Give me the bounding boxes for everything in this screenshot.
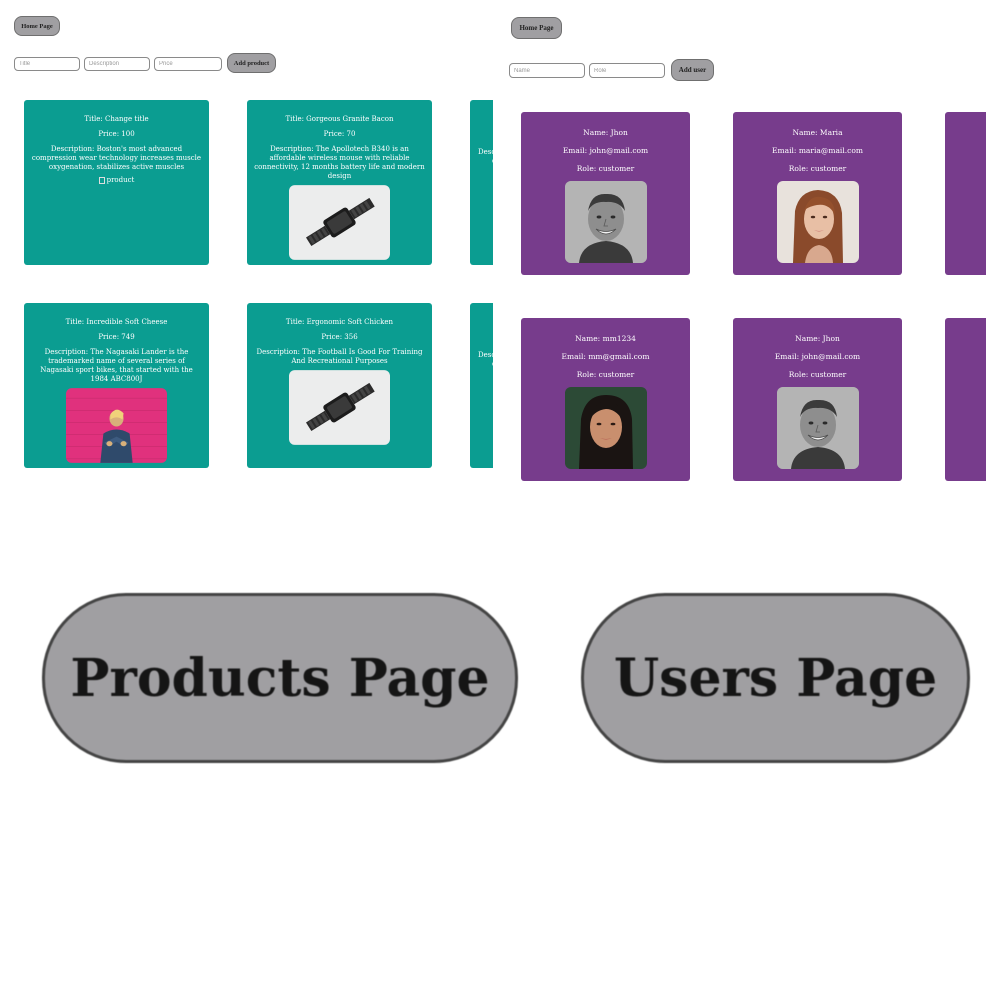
user-name: Name: Jhon: [795, 334, 840, 343]
product-card-partial: Desc dur: [470, 303, 493, 468]
user-card: Name: mm1234 Email: mm@gmail.com Role: c…: [521, 318, 690, 481]
user-email: Email: john@mail.com: [774, 352, 861, 361]
product-description: Description: The Football Is Good For Tr…: [256, 348, 423, 365]
product-card: Title: Incredible Soft Cheese Price: 749…: [24, 303, 209, 468]
user-card: Name: Maria Email: maria@mail.com Role: …: [733, 112, 902, 275]
users-home-button[interactable]: Home Page: [511, 17, 562, 39]
user-name: Name: mm1234: [575, 334, 636, 343]
product-description: Description: Boston's most advanced comp…: [31, 145, 202, 171]
product-title: Title: Ergonomic Soft Chicken: [285, 318, 394, 326]
partial-text: Desc: [478, 148, 493, 156]
user-card-partial: [945, 112, 986, 275]
product-description: Description: The Apollotech B340 is an a…: [254, 145, 425, 180]
smartwatch-image: [289, 370, 390, 445]
product-card-partial: Desc dur: [470, 100, 493, 265]
role-input[interactable]: [589, 63, 665, 78]
user-role: Role: customer: [788, 370, 847, 379]
product-price: Price: 70: [323, 130, 356, 138]
product-title: Title: Incredible Soft Cheese: [65, 318, 168, 326]
user-avatar: [777, 181, 859, 263]
products-home-button[interactable]: Home Page: [14, 16, 60, 36]
title-input[interactable]: [14, 57, 80, 71]
product-image-broken: product: [98, 176, 135, 184]
product-card: Title: Change title Price: 100 Descripti…: [24, 100, 209, 265]
description-input[interactable]: [84, 57, 150, 71]
product-card: Title: Gorgeous Granite Bacon Price: 70 …: [247, 100, 432, 265]
user-avatar: [565, 181, 647, 263]
smartwatch-image: [289, 185, 390, 260]
product-image-alt: product: [106, 176, 135, 184]
user-avatar: [777, 387, 859, 469]
user-email: Email: john@mail.com: [562, 146, 649, 155]
person-pink-wall-image: [66, 388, 167, 463]
users-screen: Home Page Add user Name: Jhon Email: joh…: [493, 0, 986, 500]
partial-text: dur: [478, 157, 493, 166]
name-input[interactable]: [509, 63, 585, 78]
broken-image-icon: [98, 176, 105, 184]
user-card-partial: [945, 318, 986, 481]
users-page-button[interactable]: Users Page: [581, 593, 970, 763]
user-card: Name: Jhon Email: john@mail.com Role: cu…: [733, 318, 902, 481]
product-price: Price: 749: [98, 333, 135, 341]
user-role: Role: customer: [788, 164, 847, 173]
partial-text: dur: [478, 360, 493, 369]
products-page-button[interactable]: Products Page: [42, 593, 518, 763]
user-name: Name: Jhon: [583, 128, 628, 137]
product-title: Title: Gorgeous Granite Bacon: [285, 115, 394, 123]
partial-text: Desc: [478, 351, 493, 359]
product-title: Title: Change title: [84, 115, 149, 123]
user-role: Role: customer: [576, 370, 635, 379]
user-avatar: [565, 387, 647, 469]
product-price: Price: 100: [98, 130, 135, 138]
user-email: Email: maria@mail.com: [772, 146, 863, 155]
user-role: Role: customer: [576, 164, 635, 173]
user-email: Email: mm@gmail.com: [561, 352, 650, 361]
product-description: Description: The Nagasaki Lander is the …: [40, 348, 193, 383]
products-screen: Home Page Add product Title: Change titl…: [0, 0, 493, 500]
add-user-button[interactable]: Add user: [671, 59, 714, 81]
product-card: Title: Ergonomic Soft Chicken Price: 356…: [247, 303, 432, 468]
user-name: Name: Maria: [792, 128, 843, 137]
product-price: Price: 356: [321, 333, 358, 341]
user-card: Name: Jhon Email: john@mail.com Role: cu…: [521, 112, 690, 275]
add-product-button[interactable]: Add product: [227, 53, 276, 73]
price-input[interactable]: [154, 57, 222, 71]
